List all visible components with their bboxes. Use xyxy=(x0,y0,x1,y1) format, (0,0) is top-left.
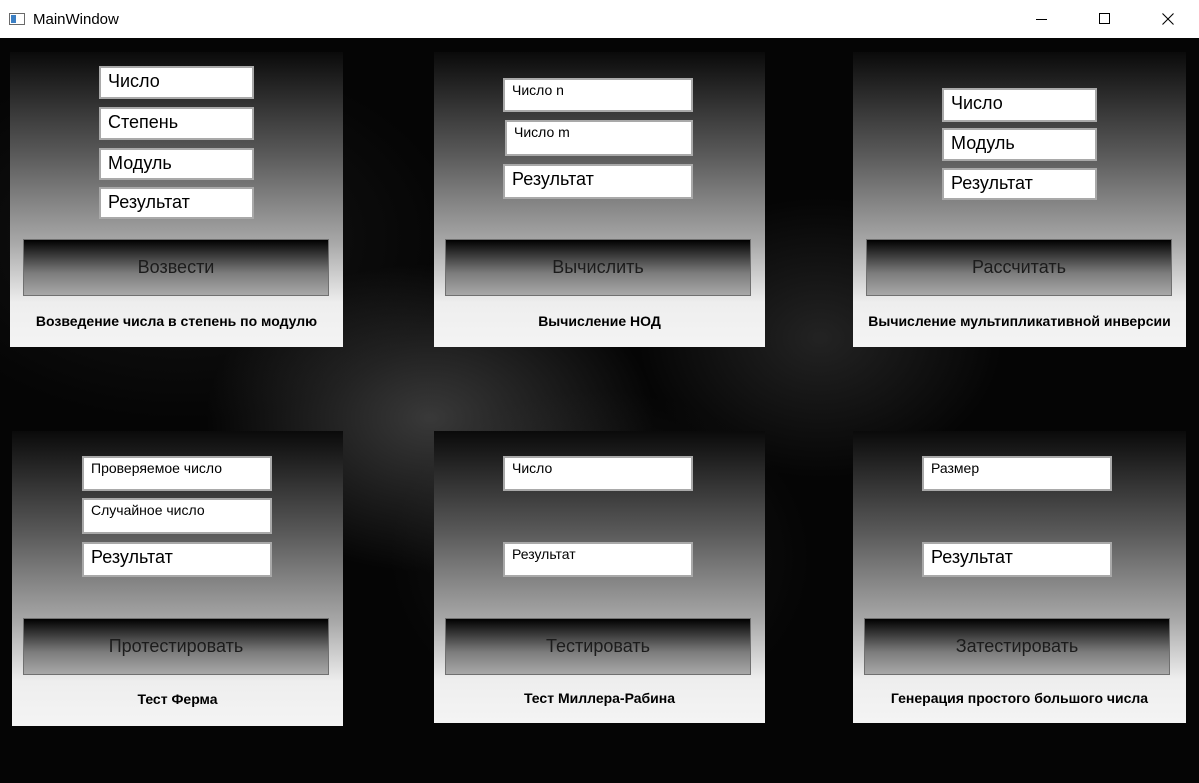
window-controls xyxy=(1010,0,1199,38)
minimize-icon xyxy=(1035,19,1047,20)
number-m-field[interactable]: Число m xyxy=(505,120,693,156)
number-field[interactable]: Число xyxy=(503,456,693,491)
miller-rabin-test-button[interactable]: Тестировать xyxy=(445,618,751,675)
number-n-field[interactable]: Число n xyxy=(503,78,693,112)
number-field[interactable]: Число xyxy=(942,88,1097,122)
close-icon xyxy=(1161,13,1174,25)
exponent-field[interactable]: Степень xyxy=(99,107,254,140)
maximize-button[interactable] xyxy=(1073,0,1136,38)
panel-prime-generation: Размер Результат Затестировать Генерация… xyxy=(853,431,1186,723)
title-bar[interactable]: MainWindow xyxy=(0,0,1199,38)
panel-caption: Вычисление мультипликативной инверсии xyxy=(868,313,1171,329)
base-number-field[interactable]: Число xyxy=(99,66,254,99)
result-field[interactable]: Результат xyxy=(922,542,1112,577)
result-field[interactable]: Результат xyxy=(99,187,254,219)
panel-fermat-test: Проверяемое число Случайное число Резуль… xyxy=(12,431,343,726)
modulus-field[interactable]: Модуль xyxy=(99,148,254,180)
panel-caption: Вычисление НОД xyxy=(538,313,661,329)
panel-modular-exponentiation: Число Степень Модуль Результат Возвести … xyxy=(10,52,343,347)
tested-number-field[interactable]: Проверяемое число xyxy=(82,456,272,491)
size-field[interactable]: Размер xyxy=(922,456,1112,491)
panel-gcd: Число n Число m Результат Вычислить Вычи… xyxy=(434,52,765,347)
result-field[interactable]: Результат xyxy=(942,168,1097,200)
close-button[interactable] xyxy=(1136,0,1199,38)
raise-power-button[interactable]: Возвести xyxy=(23,239,329,296)
panel-caption: Генерация простого большого числа xyxy=(890,690,1149,706)
modulus-field[interactable]: Модуль xyxy=(942,128,1097,161)
compute-gcd-button[interactable]: Вычислить xyxy=(445,239,751,296)
random-number-field[interactable]: Случайное число xyxy=(82,498,272,534)
result-field[interactable]: Результат xyxy=(503,164,693,199)
panel-multiplicative-inverse: Число Модуль Результат Рассчитать Вычисл… xyxy=(853,52,1186,347)
panel-caption: Тест Миллера-Рабина xyxy=(523,690,676,706)
minimize-button[interactable] xyxy=(1010,0,1073,38)
result-field[interactable]: Результат xyxy=(82,542,272,577)
main-content: Число Степень Модуль Результат Возвести … xyxy=(0,38,1199,783)
panel-caption: Тест Ферма xyxy=(137,691,218,707)
calculate-inverse-button[interactable]: Рассчитать xyxy=(866,239,1172,296)
result-field[interactable]: Результат xyxy=(503,542,693,577)
app-window-icon xyxy=(9,13,25,25)
fermat-test-button[interactable]: Протестировать xyxy=(23,618,329,675)
panel-caption: Возведение числа в степень по модулю xyxy=(35,313,318,329)
window-title: MainWindow xyxy=(33,10,119,28)
generate-prime-button[interactable]: Затестировать xyxy=(864,618,1170,675)
maximize-icon xyxy=(1098,13,1110,24)
panel-miller-rabin-test: Число Результат Тестировать Тест Миллера… xyxy=(434,431,765,723)
